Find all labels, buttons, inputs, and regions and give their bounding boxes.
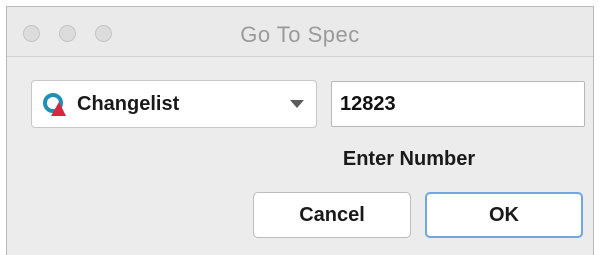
changelist-icon: [43, 93, 67, 117]
cancel-button[interactable]: Cancel: [253, 192, 411, 238]
spec-number-input[interactable]: [331, 81, 585, 127]
enter-number-label: Enter Number: [342, 148, 476, 170]
dropdown-arrow-icon: [290, 100, 304, 108]
spec-type-dropdown[interactable]: Changelist: [31, 80, 317, 128]
go-to-spec-dialog: Go To Spec Changelist Enter Number Cance…: [6, 6, 594, 255]
window-title: Go To Spec: [240, 22, 360, 47]
spec-type-selected: Changelist: [77, 93, 180, 115]
title-bar: Go To Spec: [7, 7, 593, 57]
ok-button[interactable]: OK: [425, 192, 583, 238]
